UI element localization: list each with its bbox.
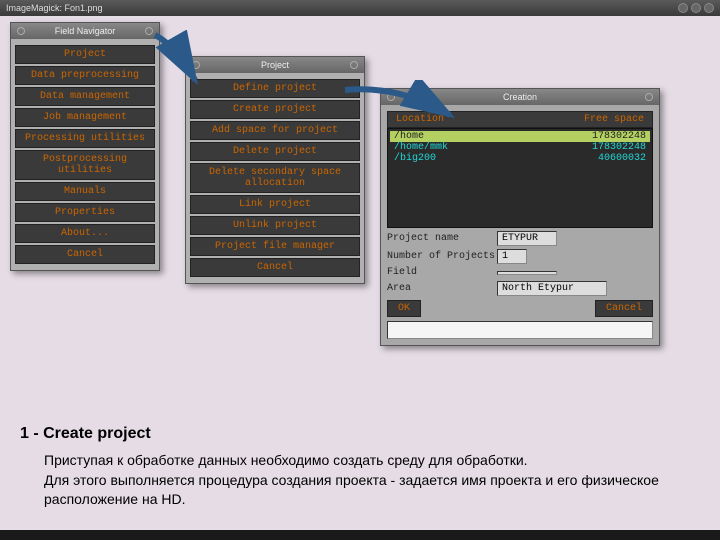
nav-item-data-preprocessing[interactable]: Data preprocessing — [15, 66, 155, 85]
creation-titlebar[interactable]: Creation — [381, 89, 659, 105]
project-item-unlink[interactable]: Unlink project — [190, 216, 360, 235]
project-item-create[interactable]: Create project — [190, 100, 360, 119]
location-row[interactable]: /big200 40600032 — [390, 153, 650, 164]
project-item-file-manager[interactable]: Project file manager — [190, 237, 360, 256]
location-col-label: Location — [396, 114, 444, 125]
minimize-icon[interactable] — [678, 3, 688, 13]
project-menu-list: Define project Create project Add space … — [186, 73, 364, 283]
maximize-icon[interactable] — [691, 3, 701, 13]
nav-item-data-management[interactable]: Data management — [15, 87, 155, 106]
nav-item-processing-utilities[interactable]: Processing utilities — [15, 129, 155, 148]
location-free: 178302248 — [592, 131, 646, 142]
field-row: Field — [387, 267, 653, 278]
app-titlebar: ImageMagick: Fon1.png — [0, 0, 720, 16]
location-free: 178302248 — [592, 142, 646, 153]
close-icon[interactable] — [704, 3, 714, 13]
project-item-link[interactable]: Link project — [190, 195, 360, 214]
project-item-add-space[interactable]: Add space for project — [190, 121, 360, 140]
field-navigator-menu: Project Data preprocessing Data manageme… — [11, 39, 159, 270]
window-menu-icon[interactable] — [387, 93, 395, 101]
location-row[interactable]: /home 178302248 — [390, 131, 650, 142]
window-close-icon[interactable] — [145, 27, 153, 35]
creation-window: Creation Location Free space /home 17830… — [380, 88, 660, 346]
window-menu-icon[interactable] — [17, 27, 25, 35]
project-name-row: Project name ETYPUR — [387, 231, 653, 246]
location-path: /big200 — [394, 153, 436, 164]
freespace-col-label: Free space — [584, 114, 644, 125]
nav-item-about[interactable]: About... — [15, 224, 155, 243]
area-label: Area — [387, 283, 497, 294]
location-path: /home — [394, 131, 424, 142]
nav-item-postprocessing-utilities[interactable]: Postprocessing utilities — [15, 150, 155, 180]
field-navigator-window: Field Navigator Project Data preprocessi… — [10, 22, 160, 271]
location-list[interactable]: /home 178302248 /home/mmk 178302248 /big… — [387, 128, 653, 228]
nav-item-properties[interactable]: Properties — [15, 203, 155, 222]
nav-item-job-management[interactable]: Job management — [15, 108, 155, 127]
field-input[interactable] — [497, 271, 557, 275]
location-free: 40600032 — [598, 153, 646, 164]
project-name-input[interactable]: ETYPUR — [497, 231, 557, 246]
project-item-define[interactable]: Define project — [190, 79, 360, 98]
project-menu-title: Project — [261, 60, 289, 70]
window-menu-icon[interactable] — [192, 61, 200, 69]
explanation-p2: Для этого выполняется процедура создания… — [44, 471, 690, 510]
project-item-cancel[interactable]: Cancel — [190, 258, 360, 277]
field-label: Field — [387, 267, 497, 278]
cancel-button[interactable]: Cancel — [595, 300, 653, 317]
creation-body: Location Free space /home 178302248 /hom… — [381, 105, 659, 345]
project-item-delete-secondary[interactable]: Delete secondary space allocation — [190, 163, 360, 193]
window-controls — [678, 3, 714, 13]
num-projects-input[interactable]: 1 — [497, 249, 527, 264]
area-input[interactable]: North Etypur — [497, 281, 607, 296]
project-item-delete[interactable]: Delete project — [190, 142, 360, 161]
explanation-heading: 1 - Create project — [20, 423, 690, 445]
project-menu-titlebar[interactable]: Project — [186, 57, 364, 73]
explanation-text: 1 - Create project Приступая к обработке… — [20, 423, 690, 510]
bottom-bar — [0, 530, 720, 540]
field-navigator-title: Field Navigator — [55, 26, 116, 36]
window-close-icon[interactable] — [350, 61, 358, 69]
app-title: ImageMagick: Fon1.png — [6, 3, 103, 13]
project-name-label: Project name — [387, 233, 497, 244]
explanation-p1: Приступая к обработке данных необходимо … — [44, 451, 690, 471]
window-close-icon[interactable] — [645, 93, 653, 101]
creation-buttons: OK Cancel — [387, 300, 653, 317]
location-row[interactable]: /home/mmk 178302248 — [390, 142, 650, 153]
project-menu-window: Project Define project Create project Ad… — [185, 56, 365, 284]
area-row: Area North Etypur — [387, 281, 653, 296]
nav-item-manuals[interactable]: Manuals — [15, 182, 155, 201]
location-path: /home/mmk — [394, 142, 448, 153]
ok-button[interactable]: OK — [387, 300, 421, 317]
nav-item-project[interactable]: Project — [15, 45, 155, 64]
num-projects-row: Number of Projects 1 — [387, 249, 653, 264]
nav-item-cancel[interactable]: Cancel — [15, 245, 155, 264]
field-navigator-titlebar[interactable]: Field Navigator — [11, 23, 159, 39]
location-header: Location Free space — [387, 111, 653, 128]
creation-title: Creation — [503, 92, 537, 102]
num-projects-label: Number of Projects — [387, 251, 497, 262]
status-input[interactable] — [387, 321, 653, 339]
